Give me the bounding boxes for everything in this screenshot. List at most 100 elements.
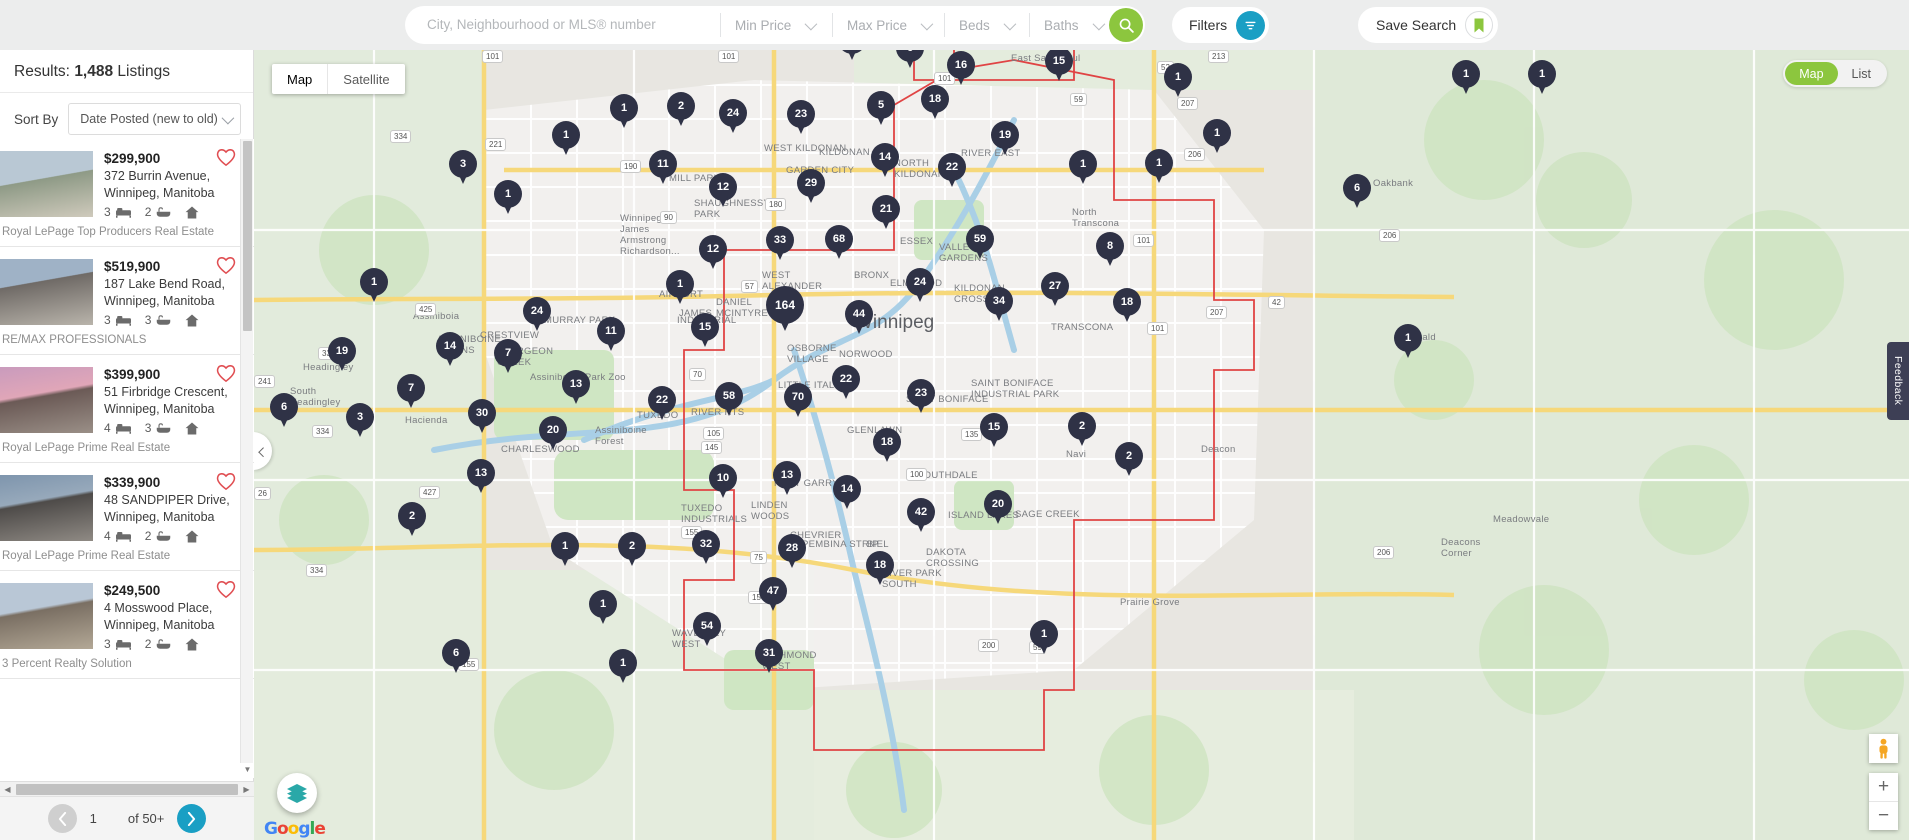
map-marker-cluster[interactable]: 18	[866, 551, 894, 587]
map-marker-cluster[interactable]: 2	[398, 502, 426, 538]
map-marker-cluster[interactable]: 13	[467, 459, 495, 495]
map-marker-cluster[interactable]: 19	[991, 121, 1019, 157]
favorite-heart-icon[interactable]	[215, 471, 237, 491]
map-marker-cluster[interactable]: 15	[980, 413, 1008, 449]
max-price-select[interactable]: Max Price	[832, 13, 944, 37]
map-marker-cluster[interactable]: 22	[648, 386, 676, 422]
map-marker-cluster[interactable]: 1	[1030, 620, 1058, 656]
map-marker-cluster[interactable]: 58	[715, 382, 743, 418]
map-marker-cluster[interactable]: 2	[1068, 412, 1096, 448]
map-marker-cluster[interactable]: 15	[691, 313, 719, 349]
map-marker-cluster[interactable]: 1	[1203, 119, 1231, 155]
map-marker-cluster[interactable]: 1	[360, 268, 388, 304]
map-marker-cluster[interactable]: 1	[1452, 60, 1480, 96]
listing-photo[interactable]	[0, 475, 93, 541]
map-marker-cluster[interactable]: 24	[906, 268, 934, 304]
map-marker-cluster[interactable]: 14	[871, 143, 899, 179]
zoom-in-button[interactable]: +	[1869, 773, 1898, 801]
map-marker-cluster[interactable]: 6	[896, 50, 924, 70]
map-marker-cluster[interactable]: 6	[442, 639, 470, 675]
map-marker-cluster[interactable]: 16	[947, 51, 975, 87]
map-marker-cluster[interactable]: 32	[692, 530, 720, 566]
map-marker-cluster[interactable]: 14	[436, 332, 464, 368]
search-button[interactable]	[1109, 8, 1143, 42]
scroll-down-arrow[interactable]: ▼	[241, 763, 254, 776]
map-marker-cluster[interactable]: 12	[699, 235, 727, 271]
map-marker-cluster[interactable]: 6	[1343, 174, 1371, 210]
map-marker-cluster[interactable]: 7	[397, 374, 425, 410]
map-marker-cluster[interactable]: 27	[1041, 272, 1069, 308]
map-marker-cluster[interactable]: 12	[709, 173, 737, 209]
map-marker-cluster[interactable]: 1	[1394, 324, 1422, 360]
map-marker-cluster[interactable]: 3	[346, 403, 374, 439]
map-marker-cluster[interactable]: 54	[693, 612, 721, 648]
map-marker-cluster[interactable]: 8	[1096, 232, 1124, 268]
map-type-map-button[interactable]: Map	[272, 64, 327, 94]
page-number-select[interactable]: 1	[90, 811, 115, 826]
listing-card[interactable]: $299,900 372 Burrin Avenue, Winnipeg, Mani…	[0, 139, 254, 247]
map-marker-cluster[interactable]: 18	[1113, 288, 1141, 324]
listing-card[interactable]: $519,900 187 Lake Bend Road, Winnipeg, Man…	[0, 247, 254, 355]
map-layers-button[interactable]	[277, 773, 317, 813]
min-price-select[interactable]: Min Price	[720, 13, 832, 37]
map-marker-cluster[interactable]: 23	[907, 379, 935, 415]
scroll-left-arrow[interactable]: ◀	[0, 785, 15, 794]
map-type-satellite-button[interactable]: Satellite	[328, 64, 404, 94]
map-marker-cluster[interactable]: 3	[449, 150, 477, 186]
map-marker-cluster[interactable]: 18	[921, 85, 949, 121]
listing-photo[interactable]	[0, 367, 93, 433]
map-marker-cluster[interactable]: 1	[1528, 60, 1556, 96]
map-marker-cluster[interactable]: 28	[778, 534, 806, 570]
map-area[interactable]: WinnipegEast Saint PaulOakbankNorthTrans…	[254, 50, 1909, 840]
map-marker-cluster[interactable]: 29	[797, 169, 825, 205]
favorite-heart-icon[interactable]	[215, 579, 237, 599]
map-marker-cluster[interactable]: 1	[494, 180, 522, 216]
next-page-button[interactable]	[177, 804, 207, 833]
map-marker-cluster[interactable]: 20	[539, 416, 567, 452]
search-input[interactable]	[427, 17, 706, 32]
map-marker-cluster[interactable]: 14	[833, 475, 861, 511]
listing-card[interactable]: $249,500 4 Mosswood Place, Winnipeg, Manit…	[0, 571, 254, 679]
scroll-thumb-horizontal[interactable]	[16, 783, 238, 795]
listing-photo[interactable]	[0, 151, 93, 217]
map-marker-cluster[interactable]: 1	[1145, 149, 1173, 185]
street-view-pegman-button[interactable]	[1869, 734, 1898, 763]
favorite-heart-icon[interactable]	[215, 147, 237, 167]
listing-photo[interactable]	[0, 259, 93, 325]
map-marker-cluster[interactable]: 15	[1045, 50, 1073, 83]
map-marker-cluster[interactable]: 23	[787, 100, 815, 136]
map-marker-cluster[interactable]: 6	[270, 393, 298, 429]
scroll-right-arrow[interactable]: ▶	[239, 785, 254, 794]
map-marker-cluster[interactable]: 30	[468, 399, 496, 435]
view-toggle-list[interactable]: List	[1838, 62, 1885, 85]
feedback-tab[interactable]: Feedback	[1887, 342, 1909, 420]
map-marker-cluster[interactable]: 1	[610, 94, 638, 130]
map-marker-cluster[interactable]: 21	[872, 195, 900, 231]
listings-horizontal-scrollbar[interactable]: ◀ ▶	[0, 781, 254, 796]
map-marker-cluster[interactable]: 1	[589, 590, 617, 626]
map-marker-cluster[interactable]: 164	[766, 286, 804, 332]
listing-card[interactable]: $399,900 51 Firbridge Crescent, Winnipeg, …	[0, 355, 254, 463]
map-marker-cluster[interactable]: 59	[966, 225, 994, 261]
map-marker-cluster[interactable]: 11	[649, 150, 677, 186]
map-marker-cluster[interactable]: 5	[867, 91, 895, 127]
map-marker-cluster[interactable]: 33	[766, 226, 794, 262]
save-search-button[interactable]: Save Search	[1358, 7, 1499, 43]
map-marker-cluster[interactable]: 47	[759, 577, 787, 613]
baths-select[interactable]: Baths	[1029, 13, 1114, 37]
sort-select[interactable]: Date Posted (new to old)	[68, 103, 241, 135]
map-marker-cluster[interactable]: 18	[873, 428, 901, 464]
map-marker-cluster[interactable]: 24	[719, 99, 747, 135]
map-marker-cluster[interactable]: 2	[667, 92, 695, 128]
prev-page-button[interactable]	[47, 804, 77, 833]
map-marker-cluster[interactable]: 70	[784, 383, 812, 419]
listing-photo[interactable]	[0, 583, 93, 649]
map-marker-cluster[interactable]: 1	[551, 532, 579, 568]
view-toggle-map[interactable]: Map	[1785, 62, 1838, 85]
map-marker-cluster[interactable]: 2	[618, 532, 646, 568]
map-marker-cluster[interactable]: 7	[494, 339, 522, 375]
favorite-heart-icon[interactable]	[215, 255, 237, 275]
map-marker-cluster[interactable]: 19	[328, 337, 356, 373]
favorite-heart-icon[interactable]	[215, 363, 237, 383]
map-marker-cluster[interactable]: 1	[666, 270, 694, 306]
